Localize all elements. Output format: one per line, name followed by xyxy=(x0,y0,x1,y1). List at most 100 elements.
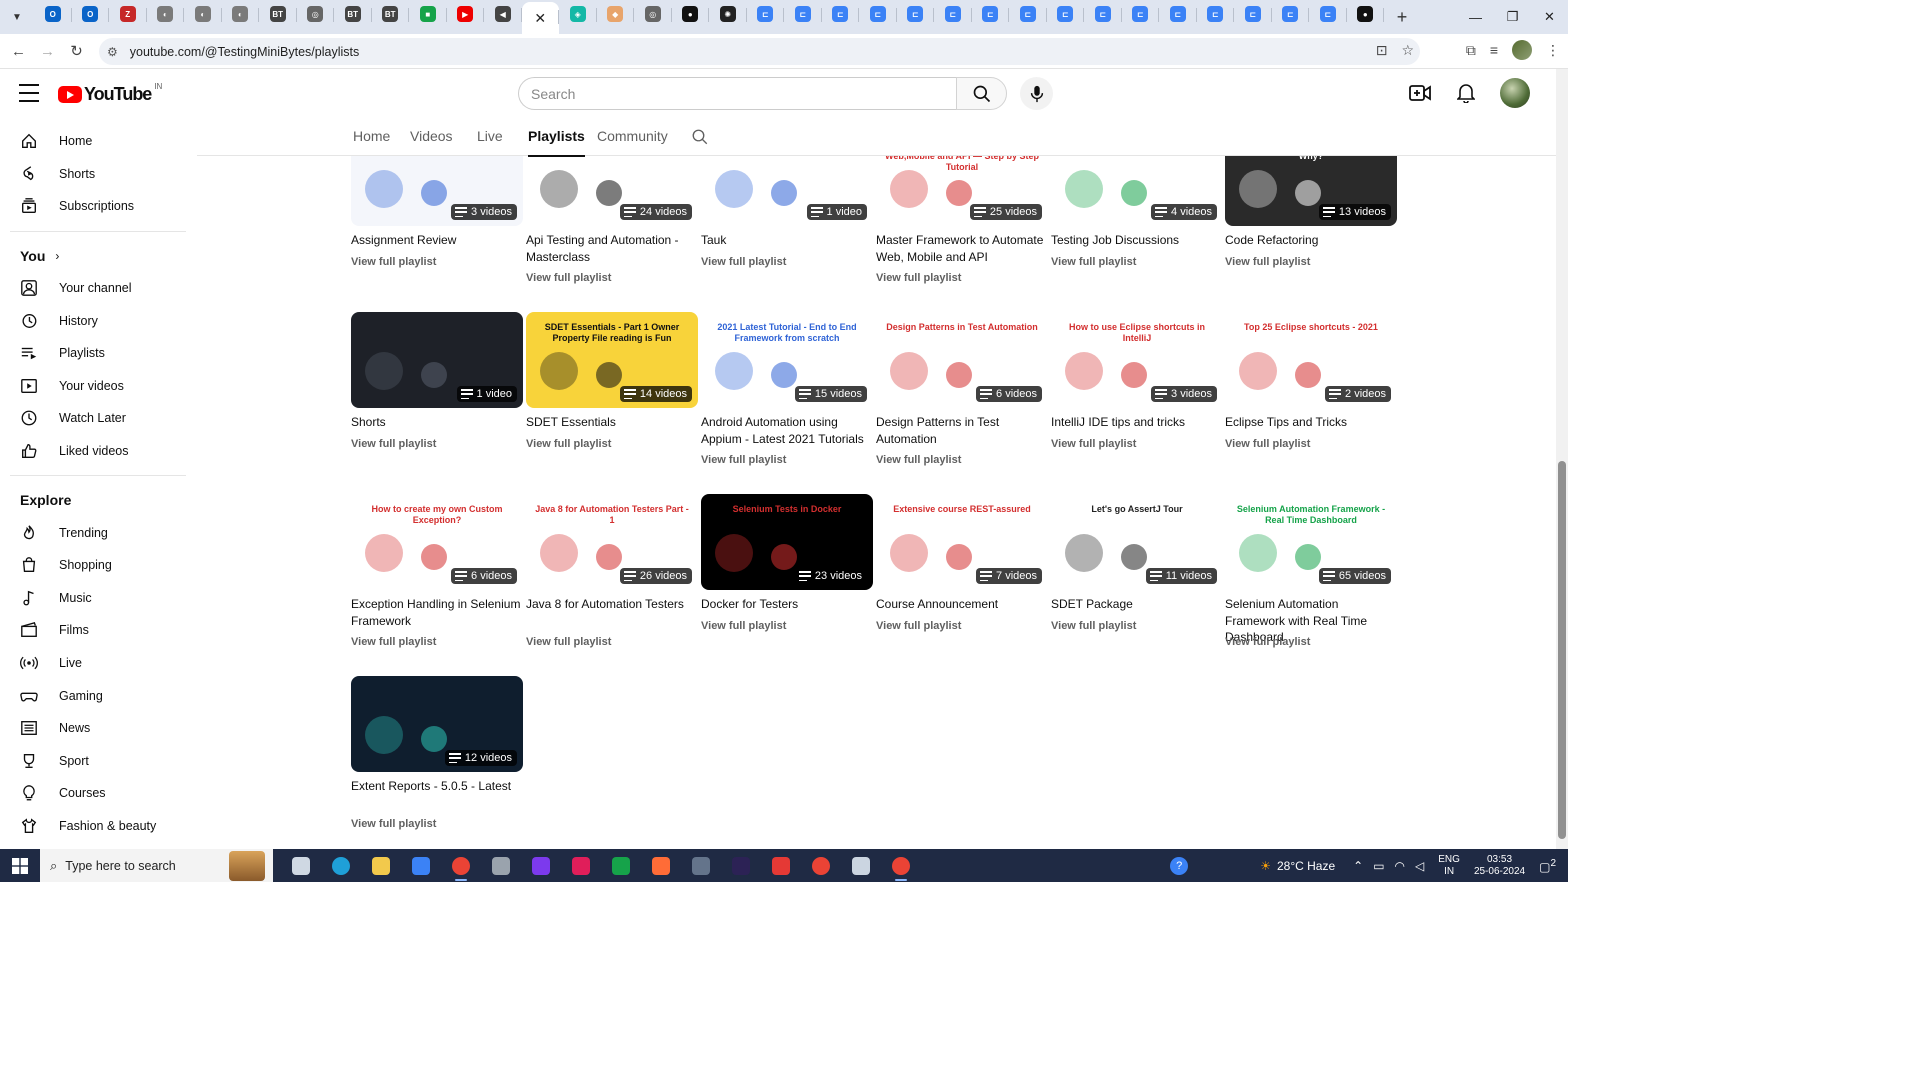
browser-tab[interactable]: ⊏ xyxy=(1084,0,1122,28)
view-full-playlist-link[interactable]: View full playlist xyxy=(1225,636,1310,648)
sidebar-item-shorts[interactable]: Shorts xyxy=(10,158,197,191)
view-full-playlist-link[interactable]: View full playlist xyxy=(351,818,436,830)
tab-community[interactable]: Community xyxy=(597,128,668,144)
browser-tab[interactable]: ⊏ xyxy=(784,0,822,28)
guide-menu-icon[interactable] xyxy=(19,84,39,102)
browser-tab[interactable]: O xyxy=(34,0,72,28)
volume-icon[interactable]: ◁ xyxy=(1415,859,1424,873)
browser-tab[interactable]: ⊏ xyxy=(859,0,897,28)
browser-tab[interactable]: ⊏ xyxy=(1009,0,1047,28)
browser-tab[interactable]: ⊏ xyxy=(1047,0,1085,28)
notification-center-button[interactable]: ▢2 xyxy=(1539,858,1556,874)
taskbar-app[interactable] xyxy=(721,849,761,882)
browser-tab[interactable]: ■ xyxy=(409,0,447,28)
sidebar-you-heading[interactable]: You › xyxy=(10,240,197,272)
sidebar-item-history[interactable]: History xyxy=(10,304,197,337)
browser-tab[interactable]: Z xyxy=(109,0,147,28)
playlist-title[interactable]: Testing Job Discussions xyxy=(1051,232,1223,249)
browser-tab[interactable]: BT xyxy=(334,0,372,28)
sidebar-item-music[interactable]: Music xyxy=(10,582,197,615)
battery-icon[interactable]: ▭ xyxy=(1373,859,1384,873)
playlist-thumbnail[interactable]: Selenium Tests in Docker 23 videos xyxy=(701,494,873,590)
playlist-title[interactable]: IntelliJ IDE tips and tricks xyxy=(1051,414,1223,431)
new-tab-button[interactable]: + xyxy=(1388,7,1416,28)
browser-tab[interactable]: BT xyxy=(372,0,410,28)
tab-live[interactable]: Live xyxy=(477,128,503,144)
browser-tab[interactable]: ⊏ xyxy=(897,0,935,28)
playlist-title[interactable]: Exception Handling in Selenium Framework xyxy=(351,596,523,629)
browser-tab[interactable]: ● xyxy=(672,0,710,28)
browser-tab[interactable]: O xyxy=(72,0,110,28)
playlist-thumbnail[interactable]: Design Patterns in Test Automation 6 vide… xyxy=(876,312,1048,408)
view-full-playlist-link[interactable]: View full playlist xyxy=(1051,438,1136,450)
browser-tab[interactable]: ◐ xyxy=(184,0,222,28)
playlist-thumbnail[interactable]: Let's go AssertJ Tour 11 videos xyxy=(1051,494,1223,590)
taskbar-app[interactable] xyxy=(641,849,681,882)
search-button[interactable] xyxy=(956,77,1007,110)
view-full-playlist-link[interactable]: View full playlist xyxy=(876,454,961,466)
close-icon[interactable]: ✕ xyxy=(532,10,548,26)
browser-tab[interactable]: BT xyxy=(259,0,297,28)
view-full-playlist-link[interactable]: View full playlist xyxy=(1051,620,1136,632)
taskbar-app[interactable] xyxy=(481,849,521,882)
browser-tab[interactable]: ◎ xyxy=(297,0,335,28)
playlist-thumbnail[interactable]: How to use Eclipse shortcuts in IntelliJ… xyxy=(1051,312,1223,408)
playlist-title[interactable]: Eclipse Tips and Tricks xyxy=(1225,414,1397,431)
browser-menu-icon[interactable]: ⋮ xyxy=(1546,42,1560,59)
playlist-thumbnail[interactable]: 1 video xyxy=(351,312,523,408)
playlist-title[interactable]: Extent Reports - 5.0.5 - Latest xyxy=(351,778,523,795)
install-app-icon[interactable]: ⊡ xyxy=(1376,42,1388,59)
browser-tab[interactable]: ◐ xyxy=(222,0,260,28)
url-bar[interactable]: ⚙ youtube.com/@TestingMiniBytes/playlist… xyxy=(99,38,1420,65)
playlist-thumbnail[interactable]: 12 videos xyxy=(351,676,523,772)
playlist-title[interactable]: Master Framework to Automate Web, Mobile… xyxy=(876,232,1048,265)
browser-tab[interactable]: ⊏ xyxy=(1309,0,1347,28)
taskbar-app[interactable] xyxy=(401,849,441,882)
taskbar-clock[interactable]: 03:53 25-06-2024 xyxy=(1474,854,1525,878)
page-scrollbar[interactable] xyxy=(1556,69,1568,849)
sidebar-item-fashion-beauty[interactable]: Fashion & beauty xyxy=(10,810,197,843)
sidebar-item-courses[interactable]: Courses xyxy=(10,777,197,810)
tab-videos[interactable]: Videos xyxy=(410,128,453,144)
language-indicator[interactable]: ENG IN xyxy=(1438,854,1460,878)
browser-tab[interactable]: ✕ xyxy=(521,2,559,34)
sidebar-item-gaming[interactable]: Gaming xyxy=(10,679,197,712)
playlist-title[interactable]: Shorts xyxy=(351,414,523,431)
browser-tab[interactable]: ⊏ xyxy=(1197,0,1235,28)
create-video-icon[interactable] xyxy=(1408,81,1432,105)
voice-search-button[interactable] xyxy=(1020,77,1053,110)
playlist-title[interactable]: Design Patterns in Test Automation xyxy=(876,414,1048,447)
browser-tab[interactable]: ◈ xyxy=(559,0,597,28)
notifications-bell-icon[interactable] xyxy=(1454,81,1478,105)
playlist-title[interactable]: SDET Package xyxy=(1051,596,1223,613)
view-full-playlist-link[interactable]: View full playlist xyxy=(1051,256,1136,268)
tray-chevron-up-icon[interactable]: ⌃ xyxy=(1353,859,1363,873)
playlist-thumbnail[interactable]: Extensive course REST-assured 7 videos xyxy=(876,494,1048,590)
account-avatar[interactable] xyxy=(1500,78,1530,108)
tab-home[interactable]: Home xyxy=(353,128,390,144)
sidebar-item-playlists[interactable]: Playlists xyxy=(10,337,197,370)
weather-widget[interactable]: ☀ 28°C Haze xyxy=(1260,859,1335,873)
playlist-thumbnail[interactable]: 24 videos xyxy=(526,156,698,226)
extensions-icon[interactable]: ⧉ xyxy=(1466,42,1476,59)
profile-avatar[interactable] xyxy=(1512,40,1532,60)
playlist-thumbnail[interactable]: How to create my own Custom Exception? 6 … xyxy=(351,494,523,590)
playlist-thumbnail[interactable]: Code Refactoring PART - 1 What and Why? 1… xyxy=(1225,156,1397,226)
browser-tab[interactable]: ⊏ xyxy=(1122,0,1160,28)
sidebar-item-sport[interactable]: Sport xyxy=(10,745,197,778)
view-full-playlist-link[interactable]: View full playlist xyxy=(701,454,786,466)
taskbar-app[interactable] xyxy=(561,849,601,882)
playlist-thumbnail[interactable]: SDET Essentials - Part 1 Owner Property … xyxy=(526,312,698,408)
sidebar-item-news[interactable]: News xyxy=(10,712,197,745)
playlist-title[interactable]: Tauk xyxy=(701,232,873,249)
view-full-playlist-link[interactable]: View full playlist xyxy=(876,620,961,632)
view-full-playlist-link[interactable]: View full playlist xyxy=(526,438,611,450)
sidebar-item-films[interactable]: Films xyxy=(10,614,197,647)
taskbar-app[interactable] xyxy=(801,849,841,882)
view-full-playlist-link[interactable]: View full playlist xyxy=(351,636,436,648)
view-full-playlist-link[interactable]: View full playlist xyxy=(701,256,786,268)
taskbar-app[interactable] xyxy=(321,849,361,882)
tab-playlists[interactable]: Playlists xyxy=(528,128,585,157)
taskbar-app[interactable] xyxy=(601,849,641,882)
playlist-title[interactable]: Assignment Review xyxy=(351,232,523,249)
